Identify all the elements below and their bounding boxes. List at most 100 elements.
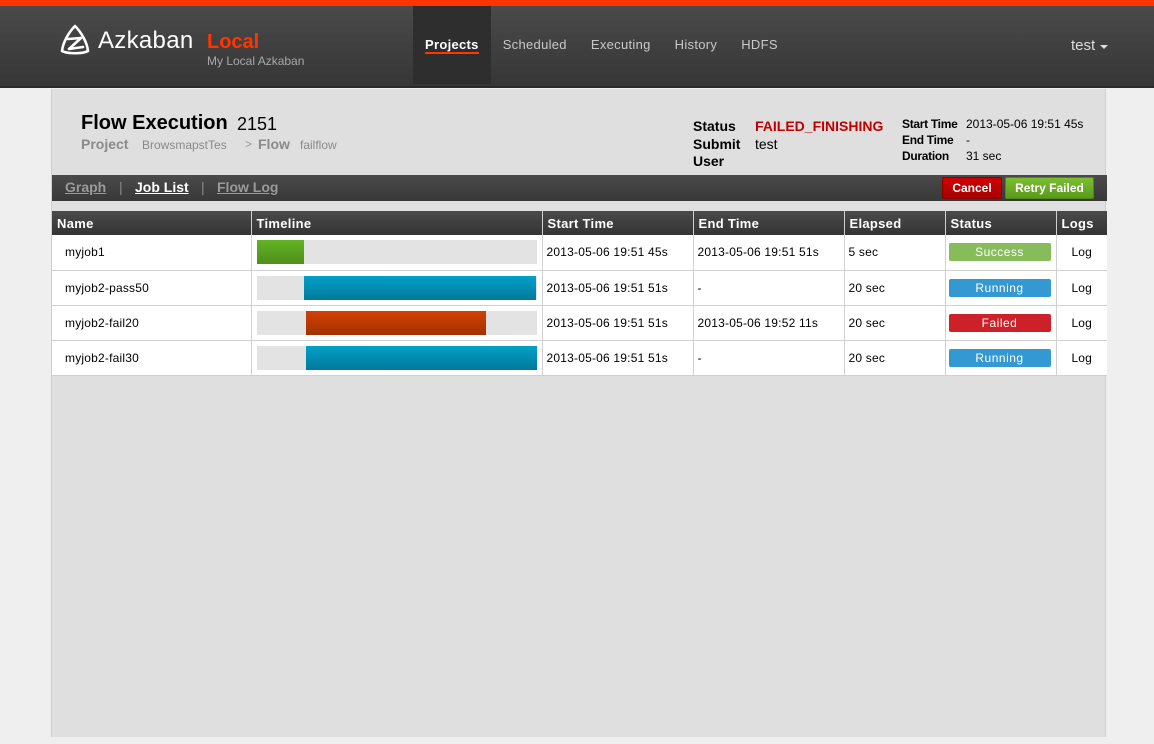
timeline-track	[256, 345, 537, 370]
timeline-bar	[305, 345, 537, 370]
job-start-time: 2013-05-06 19:51 51s	[542, 270, 694, 306]
log-link[interactable]: Log	[1071, 281, 1092, 295]
column-header-end-time[interactable]: End Time	[693, 211, 845, 235]
caret-down-icon	[1100, 44, 1109, 49]
job-status: Running	[945, 340, 1057, 376]
user-name: test	[1071, 37, 1096, 54]
timeline-bar	[256, 240, 305, 265]
brand-subtitle: My Local Azkaban	[207, 54, 305, 68]
column-header-logs[interactable]: Logs	[1056, 211, 1107, 235]
nav-history-label: History	[674, 37, 718, 52]
duration-value: 31 sec	[966, 149, 1002, 163]
table-row[interactable]: myjob1 2013-05-06 19:51 45s 2013-05-06 1…	[52, 235, 1107, 271]
end-time-label: End Time	[902, 133, 954, 147]
job-logs: Log	[1056, 235, 1107, 271]
table-row[interactable]: myjob2-fail30 2013-05-06 19:51 51s - 20 …	[52, 340, 1107, 376]
start-time-value: 2013-05-06 19:51 45s	[966, 117, 1084, 131]
job-logs: Log	[1056, 270, 1107, 306]
nav-scheduled[interactable]: Scheduled	[491, 6, 579, 84]
timeline-track	[256, 275, 537, 300]
main-nav: Projects Scheduled Executing History HDF…	[413, 6, 790, 84]
view-toolbar: Graph | Job List | Flow Log Cancel Retry…	[52, 175, 1107, 201]
main-content: Flow Execution 2151 Project BrowsmapstTe…	[51, 89, 1107, 737]
user-menu[interactable]: test	[1071, 37, 1109, 54]
nav-hdfs-label: HDFS	[741, 37, 778, 52]
project-link[interactable]: BrowsmapstTes	[142, 138, 227, 152]
nav-hdfs[interactable]: HDFS	[729, 6, 790, 84]
job-end-time: 2013-05-06 19:52 11s	[693, 305, 845, 341]
job-timeline	[251, 270, 543, 306]
job-end-time: -	[693, 340, 845, 376]
duration-label: Duration	[902, 149, 949, 163]
timeline-bar	[304, 275, 537, 300]
flow-label: Flow	[258, 136, 290, 152]
tab-graph[interactable]: Graph	[65, 179, 106, 195]
job-status: Failed	[945, 305, 1057, 341]
breadcrumb-separator: >	[245, 137, 253, 151]
job-timeline	[251, 305, 543, 341]
job-list-table: Name Timeline Start Time End Time Elapse…	[52, 211, 1107, 376]
job-status: Running	[945, 270, 1057, 306]
job-elapsed: 20 sec	[844, 305, 946, 341]
column-header-elapsed[interactable]: Elapsed	[844, 211, 946, 235]
tab-flow-log[interactable]: Flow Log	[217, 179, 278, 195]
retry-failed-button[interactable]: Retry Failed	[1005, 177, 1094, 199]
project-label: Project	[81, 136, 129, 152]
flow-link[interactable]: failflow	[300, 138, 337, 152]
job-start-time: 2013-05-06 19:51 45s	[542, 235, 694, 271]
cancel-button[interactable]: Cancel	[942, 177, 1002, 199]
job-end-time: 2013-05-06 19:51 51s	[693, 235, 845, 271]
job-name[interactable]: myjob1	[52, 235, 252, 271]
job-elapsed: 5 sec	[844, 235, 946, 271]
timeline-bar	[305, 310, 487, 335]
tab-separator: |	[119, 179, 123, 195]
job-elapsed: 20 sec	[844, 270, 946, 306]
log-link[interactable]: Log	[1071, 316, 1092, 330]
status-badge: Failed	[948, 313, 1051, 332]
execution-id: 2151	[237, 114, 278, 134]
table-header-row: Name Timeline Start Time End Time Elapse…	[52, 211, 1107, 235]
column-header-status[interactable]: Status	[945, 211, 1057, 235]
job-start-time: 2013-05-06 19:51 51s	[542, 305, 694, 341]
nav-history[interactable]: History	[663, 6, 730, 84]
top-navbar: Azkaban Local My Local Azkaban Projects …	[0, 6, 1154, 88]
timeline-track	[256, 240, 537, 265]
submit-user-value: test	[755, 136, 778, 152]
table-row[interactable]: myjob2-pass50 2013-05-06 19:51 51s - 20 …	[52, 270, 1107, 306]
status-badge: Success	[948, 243, 1051, 262]
log-link[interactable]: Log	[1071, 245, 1092, 259]
job-logs: Log	[1056, 340, 1107, 376]
page-title: Flow Execution	[81, 112, 228, 134]
column-header-timeline[interactable]: Timeline	[251, 211, 543, 235]
nav-executing-label: Executing	[590, 37, 651, 52]
job-name[interactable]: myjob2-pass50	[52, 270, 252, 306]
job-logs: Log	[1056, 305, 1107, 341]
submit-user-label: Submit	[693, 136, 741, 152]
column-header-name[interactable]: Name	[52, 211, 252, 235]
job-timeline	[251, 235, 543, 271]
timeline-track	[256, 310, 537, 335]
job-name[interactable]: myjob2-fail30	[52, 340, 252, 376]
table-row[interactable]: myjob2-fail20 2013-05-06 19:51 51s 2013-…	[52, 305, 1107, 341]
nav-projects[interactable]: Projects	[413, 6, 491, 84]
flow-header: Flow Execution 2151 Project BrowsmapstTe…	[52, 89, 1107, 175]
nav-scheduled-label: Scheduled	[502, 37, 567, 52]
brand-name[interactable]: Azkaban	[98, 27, 194, 55]
job-end-time: -	[693, 270, 845, 306]
end-time-value: -	[966, 133, 970, 147]
brand-environment: Local	[207, 31, 260, 53]
job-status: Success	[945, 235, 1057, 271]
status-label: Status	[693, 118, 736, 134]
column-header-start-time[interactable]: Start Time	[542, 211, 694, 235]
nav-executing[interactable]: Executing	[579, 6, 663, 84]
flow-status: FAILED_FINISHING	[755, 118, 884, 134]
log-link[interactable]: Log	[1071, 351, 1092, 365]
job-elapsed: 20 sec	[844, 340, 946, 376]
tab-separator: |	[201, 179, 205, 195]
job-timeline	[251, 340, 543, 376]
azkaban-logo-icon[interactable]	[59, 24, 91, 56]
submit-user-label-2: User	[693, 153, 725, 169]
status-badge: Running	[948, 278, 1051, 297]
tab-job-list[interactable]: Job List	[135, 179, 189, 195]
job-name[interactable]: myjob2-fail20	[52, 305, 252, 341]
